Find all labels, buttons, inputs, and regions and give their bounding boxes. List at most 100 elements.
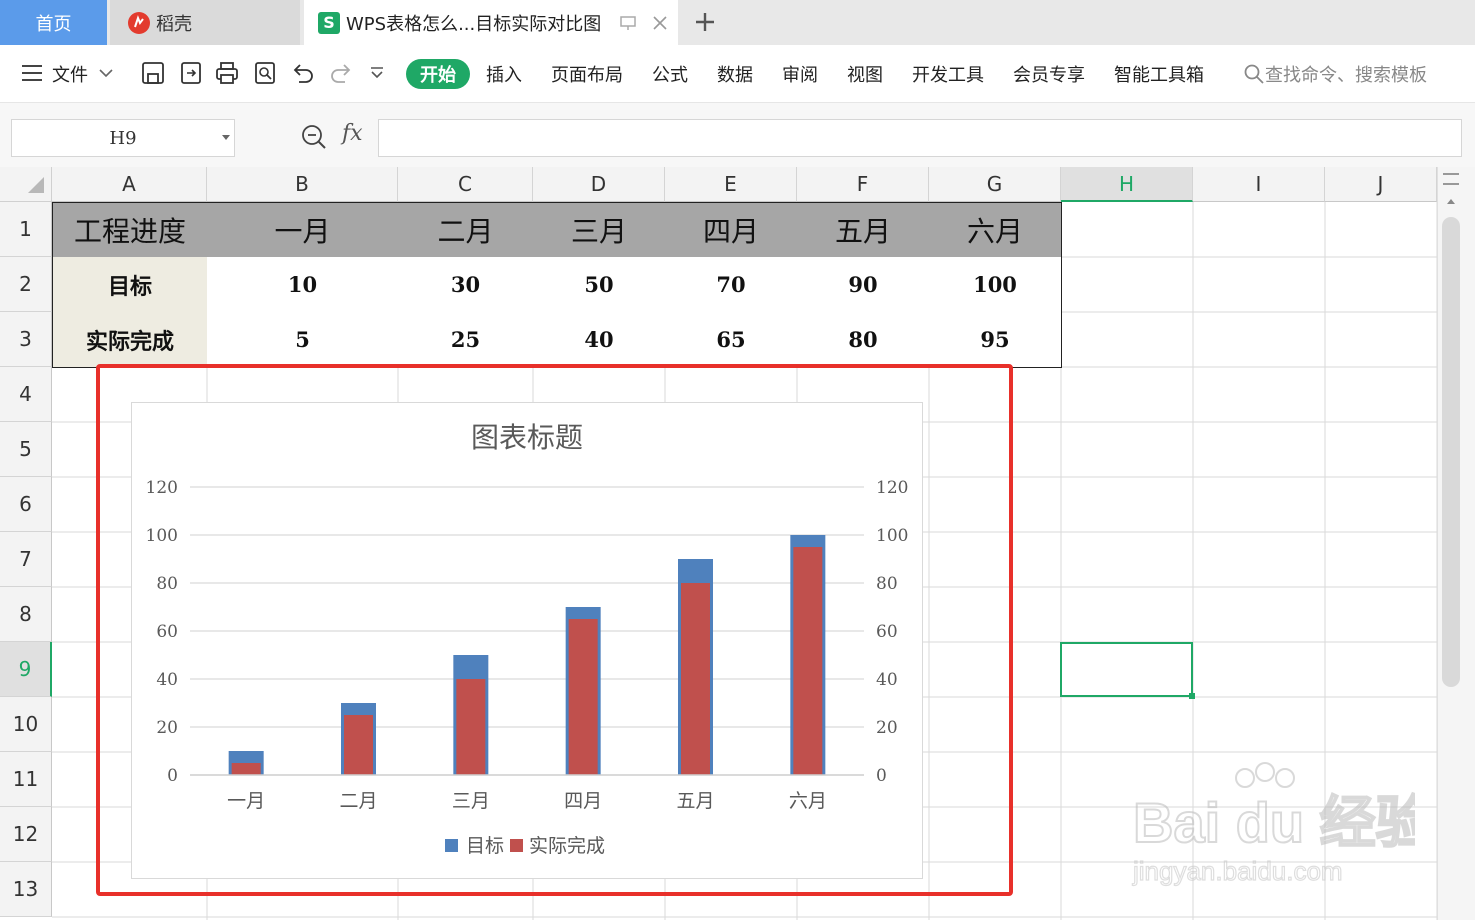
chevron-down-icon[interactable]	[98, 67, 114, 79]
target-value-cell[interactable]: 50	[533, 257, 666, 313]
more-dropdown-icon[interactable]	[368, 65, 386, 81]
scroll-up-icon[interactable]	[1447, 199, 1455, 204]
menu-review-label: 审阅	[782, 64, 818, 86]
name-box-value: H9	[109, 127, 137, 149]
menu-view[interactable]: 视图	[847, 45, 883, 102]
row-header-6[interactable]: 6	[0, 477, 52, 532]
menu-start-label: 开始	[420, 65, 456, 86]
close-icon[interactable]	[651, 14, 669, 32]
select-all-corner[interactable]	[0, 167, 52, 202]
target-value-cell[interactable]: 10	[207, 257, 399, 313]
redo-icon[interactable]	[328, 60, 354, 86]
monitor-icon[interactable]	[619, 14, 637, 32]
selected-cell-h9[interactable]	[1060, 642, 1193, 697]
row-header-13[interactable]: 13	[0, 862, 52, 917]
row-header-1[interactable]: 1	[0, 202, 52, 257]
row-header-4[interactable]: 4	[0, 367, 52, 422]
watermark-brand: Bai du 经验	[1133, 791, 1415, 854]
menu-review[interactable]: 审阅	[782, 45, 818, 102]
undo-icon[interactable]	[290, 60, 316, 86]
row-header-8[interactable]: 8	[0, 587, 52, 642]
menu-start[interactable]: 开始	[406, 59, 470, 89]
target-value-cell[interactable]: 30	[398, 257, 534, 313]
table-header-cell[interactable]: 三月	[533, 202, 666, 258]
menu-member-label: 会员专享	[1013, 64, 1085, 86]
target-value-cell[interactable]: 100	[929, 257, 1062, 313]
column-header-e[interactable]: E	[665, 167, 797, 202]
split-handle-icon[interactable]	[1443, 173, 1459, 185]
column-header-c[interactable]: C	[398, 167, 533, 202]
actual-value-cell[interactable]: 65	[665, 312, 798, 368]
tab-home-label: 首页	[35, 13, 72, 35]
target-value-cell[interactable]: 70	[665, 257, 798, 313]
menu-formula-label: 公式	[652, 64, 688, 86]
print-preview-icon[interactable]	[252, 60, 278, 86]
row-header-11[interactable]: 11	[0, 752, 52, 807]
column-header-d[interactable]: D	[533, 167, 665, 202]
export-icon[interactable]	[178, 60, 204, 86]
row-header-9[interactable]: 9	[0, 642, 52, 697]
actual-value-cell[interactable]: 25	[398, 312, 534, 368]
column-header-b[interactable]: B	[207, 167, 398, 202]
column-header-g[interactable]: G	[929, 167, 1061, 202]
menu-view-label: 视图	[847, 64, 883, 86]
command-search-placeholder: 查找命令、搜索模板	[1265, 64, 1427, 86]
table-header-cell[interactable]: 六月	[929, 202, 1062, 258]
row-header-5[interactable]: 5	[0, 422, 52, 477]
tab-daoke[interactable]: 稻壳	[110, 0, 300, 45]
menu-file[interactable]: 文件	[52, 45, 88, 102]
actual-value-cell[interactable]: 95	[929, 312, 1062, 368]
row-header-10[interactable]: 10	[0, 697, 52, 752]
table-header-cell[interactable]: 二月	[398, 202, 534, 258]
target-label-cell[interactable]: 目标	[52, 257, 208, 313]
menu-page-layout[interactable]: 页面布局	[551, 45, 623, 102]
search-icon	[1244, 64, 1264, 84]
daoke-logo-icon	[128, 11, 150, 34]
watermark-url: jingyan.baidu.com	[1132, 856, 1343, 886]
column-header-f[interactable]: F	[797, 167, 929, 202]
chevron-down-icon[interactable]	[222, 135, 230, 140]
menu-developer-label: 开发工具	[912, 64, 984, 86]
menu-data[interactable]: 数据	[717, 45, 753, 102]
zoom-formula-icon[interactable]	[300, 123, 328, 151]
target-value-cell[interactable]: 90	[797, 257, 930, 313]
print-icon[interactable]	[214, 60, 240, 86]
hamburger-icon[interactable]	[20, 62, 44, 84]
menu-page-layout-label: 页面布局	[551, 64, 623, 86]
menu-member[interactable]: 会员专享	[1013, 45, 1085, 102]
row-header-7[interactable]: 7	[0, 532, 52, 587]
scroll-thumb[interactable]	[1442, 217, 1460, 687]
vertical-scrollbar[interactable]	[1437, 167, 1475, 920]
add-tab-icon[interactable]	[690, 7, 720, 37]
column-header-i[interactable]: I	[1193, 167, 1325, 202]
menu-smart-toolbox-label: 智能工具箱	[1114, 64, 1204, 86]
actual-label-cell[interactable]: 实际完成	[52, 312, 208, 368]
menu-file-label: 文件	[52, 64, 88, 86]
actual-value-cell[interactable]: 5	[207, 312, 399, 368]
row-header-2[interactable]: 2	[0, 257, 52, 312]
table-header-cell[interactable]: 五月	[797, 202, 930, 258]
tab-strip: 首页 稻壳 S WPS表格怎么...目标实际对比图	[0, 0, 1475, 45]
table-header-cell[interactable]: 一月	[207, 202, 399, 258]
menu-smart-toolbox[interactable]: 智能工具箱	[1114, 45, 1204, 102]
column-header-j[interactable]: J	[1325, 167, 1437, 202]
menu-insert[interactable]: 插入	[486, 45, 522, 102]
menu-formula[interactable]: 公式	[652, 45, 688, 102]
column-header-h[interactable]: H	[1061, 167, 1193, 202]
save-icon[interactable]	[140, 60, 166, 86]
table-header-cell[interactable]: 工程进度	[52, 202, 208, 258]
fx-label[interactable]: fx	[342, 121, 363, 146]
actual-value-cell[interactable]: 80	[797, 312, 930, 368]
row-header-3[interactable]: 3	[0, 312, 52, 367]
name-box[interactable]: H9	[11, 119, 235, 157]
menu-developer[interactable]: 开发工具	[912, 45, 984, 102]
tab-home[interactable]: 首页	[0, 0, 107, 45]
actual-value-cell[interactable]: 40	[533, 312, 666, 368]
tab-document[interactable]: S WPS表格怎么...目标实际对比图	[304, 0, 678, 45]
formula-input[interactable]	[378, 119, 1462, 157]
row-header-12[interactable]: 12	[0, 807, 52, 862]
command-search[interactable]: 查找命令、搜索模板	[1243, 45, 1427, 102]
column-header-a[interactable]: A	[52, 167, 207, 202]
table-header-cell[interactable]: 四月	[665, 202, 798, 258]
fill-handle[interactable]	[1189, 693, 1195, 699]
